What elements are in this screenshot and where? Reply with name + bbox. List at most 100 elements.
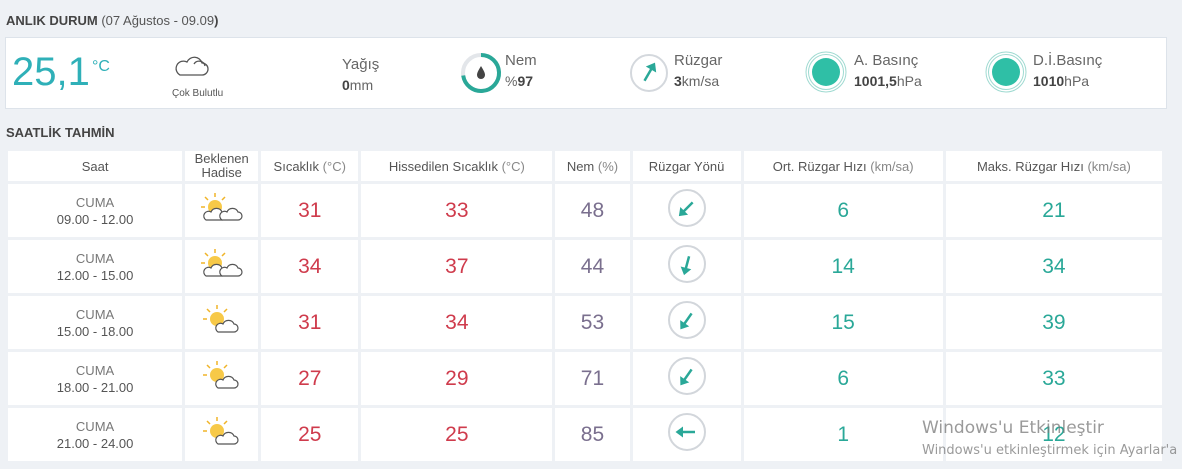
feels-cell: 25 — [361, 408, 553, 461]
current-conditions-card: 25,1 °C Çok Bulutlu Yağış 0mm Nem %97 Rü… — [5, 37, 1167, 109]
partly-cloudy-icon — [200, 193, 244, 228]
pressure-label: A. Basınç — [854, 52, 919, 69]
row-time-range: 15.00 - 18.00 — [56, 323, 134, 339]
header-max-wind: Maks. Rüzgar Hızı (km/sa) — [945, 151, 1162, 181]
row-time-range: 09.00 - 12.00 — [56, 211, 134, 227]
header-max-wind-unit: (km/sa) — [1083, 158, 1131, 174]
header-humidity-label: Nem — [566, 158, 595, 174]
feels-cell: 29 — [361, 352, 553, 405]
wind-dir-cell — [632, 408, 741, 461]
time-cell: CUMA 12.00 - 15.00 — [8, 240, 183, 293]
wind-dir-cell — [632, 296, 741, 349]
avg-wind-cell: 6 — [743, 184, 943, 237]
pressure-unit: hPa — [896, 73, 922, 89]
humidity-value-group: %97 — [505, 72, 533, 90]
humidity-icon — [460, 52, 502, 99]
row-max-wind: 33 — [1042, 366, 1066, 390]
row-humidity: 44 — [580, 254, 605, 278]
weather-cell — [185, 352, 259, 405]
row-avg-wind: 14 — [831, 254, 855, 278]
header-time: Saat — [8, 151, 183, 181]
sea-pressure-unit: hPa — [1064, 73, 1090, 89]
precip-label: Yağış — [342, 56, 380, 73]
header-feels: Hissedilen Sıcaklık (°C) — [361, 151, 553, 181]
row-time-range: 12.00 - 15.00 — [56, 267, 134, 283]
current-title-date: 07 Ağustos - 09.09 — [105, 13, 215, 28]
hourly-forecast-table: Saat Beklenen Hadise Sıcaklık (°C) Hisse… — [5, 148, 1165, 464]
max-wind-cell: 34 — [945, 240, 1162, 293]
time-cell: CUMA 21.00 - 24.00 — [8, 408, 183, 461]
humidity-cell: 48 — [555, 184, 630, 237]
header-temp-unit: (°C) — [319, 158, 346, 174]
header-temp: Sıcaklık (°C) — [261, 151, 359, 181]
row-time-range: 18.00 - 21.00 — [56, 379, 134, 395]
wind-value-group: 3km/sa — [674, 72, 719, 90]
row-day: CUMA — [75, 306, 115, 322]
sun-cloud-icon — [202, 305, 242, 340]
time-cell: CUMA 15.00 - 18.00 — [8, 296, 183, 349]
humidity-cell: 53 — [555, 296, 630, 349]
row-avg-wind: 15 — [831, 310, 855, 334]
humidity-label: Nem — [505, 52, 537, 69]
sea-pressure-value-group: 1010hPa — [1033, 72, 1089, 90]
wind-arrow-icon — [667, 189, 707, 232]
row-max-wind: 21 — [1042, 198, 1066, 222]
cloud-icon — [172, 56, 210, 83]
avg-wind-cell: 15 — [743, 296, 943, 349]
current-title: ANLIK DURUM (07 Ağustos - 09.09) — [6, 13, 218, 28]
wind-dir-cell — [632, 352, 741, 405]
header-phenomenon-line1: Beklenen — [194, 151, 249, 166]
row-day: CUMA — [75, 362, 115, 378]
weather-cell — [185, 240, 259, 293]
wind-arrow-icon — [667, 301, 707, 344]
sun-cloud-icon — [202, 417, 242, 452]
row-temp: 34 — [298, 254, 322, 278]
humidity-cell: 44 — [555, 240, 630, 293]
table-row: CUMA 12.00 - 15.00 34 37 44 14 34 — [8, 240, 1162, 293]
wind-arrow-icon — [667, 357, 707, 400]
time-cell: CUMA 18.00 - 21.00 — [8, 352, 183, 405]
avg-wind-cell: 1 — [743, 408, 943, 461]
row-temp: 27 — [298, 366, 322, 390]
current-title-open: ( — [97, 13, 106, 28]
header-feels-label: Hissedilen Sıcaklık — [388, 158, 498, 174]
hourly-title: SAATLİK TAHMİN — [6, 125, 115, 140]
feels-cell: 37 — [361, 240, 553, 293]
feels-cell: 34 — [361, 296, 553, 349]
row-feels: 37 — [445, 254, 469, 278]
humidity-prefix: % — [505, 73, 518, 89]
header-avg-wind-unit: (km/sa) — [866, 158, 914, 174]
weather-cell — [185, 296, 259, 349]
header-humidity-unit: (%) — [594, 158, 619, 174]
max-wind-cell: 33 — [945, 352, 1162, 405]
pressure-icon — [804, 50, 848, 99]
sea-pressure-icon — [984, 50, 1028, 99]
row-temp: 31 — [298, 310, 322, 334]
humidity-value: 97 — [517, 73, 534, 89]
hourly-header-row: Saat Beklenen Hadise Sıcaklık (°C) Hisse… — [8, 151, 1162, 181]
time-cell: CUMA 09.00 - 12.00 — [8, 184, 183, 237]
precip-unit: mm — [349, 77, 374, 93]
temp-cell: 25 — [261, 408, 359, 461]
row-max-wind: 34 — [1042, 254, 1066, 278]
wind-label: Rüzgar — [674, 52, 723, 69]
header-avg-wind-label: Ort. Rüzgar Hızı — [772, 158, 867, 174]
row-temp: 25 — [298, 422, 322, 446]
temp-cell: 31 — [261, 296, 359, 349]
current-condition-label: Çok Bulutlu — [172, 88, 224, 99]
avg-wind-cell: 6 — [743, 352, 943, 405]
header-wind-dir-label: Rüzgar Yönü — [648, 158, 725, 174]
table-row: CUMA 18.00 - 21.00 27 29 71 6 33 — [8, 352, 1162, 405]
wind-arrow-icon — [667, 413, 707, 456]
row-humidity: 48 — [580, 198, 605, 222]
precip-value-group: 0mm — [342, 76, 373, 94]
row-humidity: 53 — [580, 310, 605, 334]
row-avg-wind: 1 — [837, 422, 850, 446]
current-wind-arrow — [643, 62, 657, 82]
row-feels: 25 — [445, 422, 469, 446]
wind-direction-icon — [628, 52, 670, 99]
current-title-close: ) — [214, 13, 219, 28]
row-avg-wind: 6 — [837, 366, 850, 390]
humidity-cell: 71 — [555, 352, 630, 405]
row-day: CUMA — [75, 250, 115, 266]
